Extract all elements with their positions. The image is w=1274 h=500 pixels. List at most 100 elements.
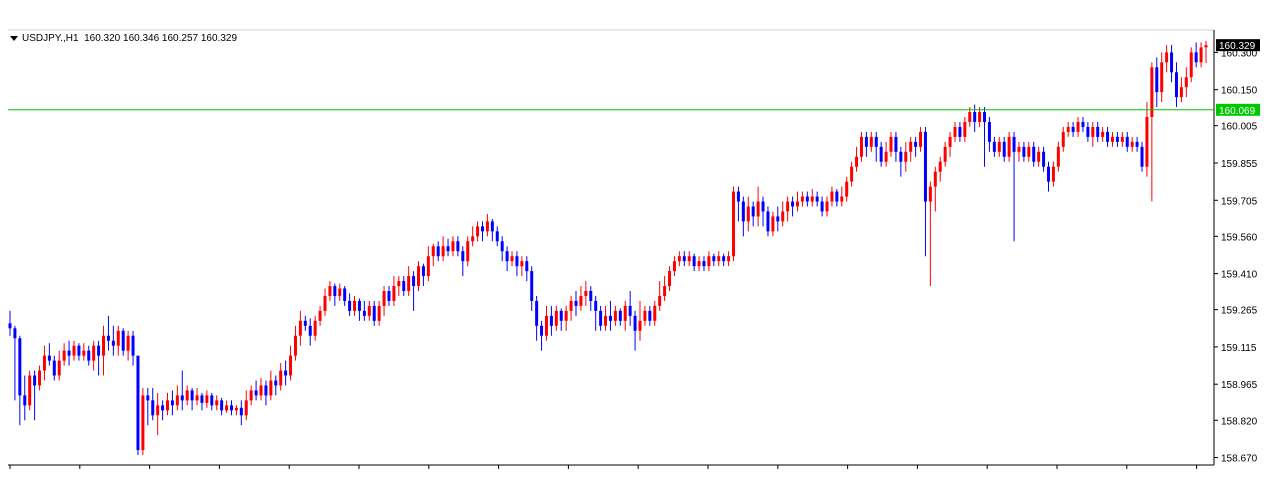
candle-body xyxy=(82,350,86,356)
candle-body xyxy=(613,310,617,321)
candle-body xyxy=(810,196,814,202)
candle-body xyxy=(38,370,42,386)
candle-body xyxy=(151,400,155,416)
candle-body xyxy=(840,196,844,202)
candle-body xyxy=(1086,126,1090,137)
candle-body xyxy=(1184,77,1188,88)
candle-body xyxy=(1170,52,1174,73)
candle-body xyxy=(1204,45,1208,48)
candle-body xyxy=(284,370,288,376)
candle-body xyxy=(1135,141,1139,147)
candle-body xyxy=(23,395,27,406)
candle-body xyxy=(421,266,425,277)
candle-body xyxy=(205,395,209,403)
candle-body xyxy=(190,390,194,401)
candle-body xyxy=(293,335,297,356)
candle-body xyxy=(451,241,455,252)
candle-body xyxy=(520,261,524,267)
candle-body xyxy=(8,323,12,329)
candle-body xyxy=(569,300,573,311)
candle-body xyxy=(106,335,110,341)
candle-body xyxy=(702,261,706,267)
candle-body xyxy=(97,345,101,356)
candle-body xyxy=(279,370,283,386)
candle-body xyxy=(1194,52,1198,63)
candle-body xyxy=(234,407,238,411)
candle-body xyxy=(1032,146,1036,162)
candle-body xyxy=(1101,131,1105,137)
candle-body xyxy=(869,136,873,147)
candle-body xyxy=(761,201,765,212)
candle-body xyxy=(584,291,588,296)
candle-body xyxy=(992,141,996,152)
candle-body xyxy=(574,300,578,306)
candle-body xyxy=(333,286,337,296)
candle-body xyxy=(1199,47,1203,63)
candle-body xyxy=(658,295,662,306)
candle-body xyxy=(579,295,583,306)
candle-body xyxy=(564,310,568,321)
candle-body xyxy=(298,320,302,336)
candle-body xyxy=(436,246,440,257)
candle-body xyxy=(141,395,145,451)
candle-body xyxy=(938,161,942,172)
candle-body xyxy=(441,246,445,257)
dropdown-triangle-icon[interactable] xyxy=(10,35,18,41)
candle-body xyxy=(987,121,991,142)
y-tick-label: 158.820 xyxy=(1221,416,1258,427)
candle-body xyxy=(77,345,81,356)
candle-body xyxy=(185,390,189,401)
candle-body xyxy=(692,256,696,267)
candle-body xyxy=(604,315,608,326)
candle-body xyxy=(530,271,534,301)
candle-body xyxy=(1042,151,1046,167)
candle-body xyxy=(633,315,637,331)
candle-body xyxy=(554,310,558,326)
candle-body xyxy=(1174,72,1178,98)
candle-body xyxy=(1037,151,1041,162)
y-tick-label: 159.560 xyxy=(1221,232,1258,243)
y-tick-label: 159.410 xyxy=(1221,270,1258,281)
candle-body xyxy=(239,407,243,416)
candle-body xyxy=(1056,146,1060,167)
candle-body xyxy=(274,380,278,386)
candlestick-chart[interactable]: 160.300160.150160.005159.855159.705159.5… xyxy=(0,0,1274,500)
candle-body xyxy=(884,151,888,162)
candle-body xyxy=(771,216,775,232)
candle-body xyxy=(392,286,396,301)
candle-body xyxy=(495,231,499,242)
candle-body xyxy=(126,335,130,351)
current-price-label: 160.329 xyxy=(1219,41,1256,52)
candle-body xyxy=(466,241,470,262)
candle-body xyxy=(756,201,760,217)
y-tick-label: 159.855 xyxy=(1221,159,1258,170)
candle-body xyxy=(1189,52,1193,78)
candle-body xyxy=(111,340,115,346)
candle-body xyxy=(608,315,612,321)
candle-body xyxy=(623,305,627,321)
candle-body xyxy=(648,310,652,321)
y-tick-label: 159.115 xyxy=(1221,343,1257,354)
candle-body xyxy=(1061,131,1065,147)
candle-body xyxy=(372,305,376,321)
candle-body xyxy=(663,286,667,296)
candle-body xyxy=(712,256,716,262)
candle-body xyxy=(776,216,780,222)
candle-body xyxy=(594,300,598,311)
candle-body xyxy=(1096,126,1100,137)
candle-body xyxy=(67,350,71,356)
candle-body xyxy=(948,136,952,147)
candle-body xyxy=(653,305,657,321)
candle-body xyxy=(795,201,799,207)
candle-body xyxy=(1145,117,1149,167)
candle-body xyxy=(13,328,17,339)
candle-body xyxy=(156,405,160,416)
candle-body xyxy=(668,271,672,287)
candle-body xyxy=(943,146,947,162)
chart-window: 160.300 160.150 160.005 159.855 159.705 159.5… xyxy=(0,0,1274,500)
candle-body xyxy=(407,276,411,291)
candle-body xyxy=(515,256,519,267)
candle-body xyxy=(899,151,903,162)
candle-body xyxy=(914,141,918,147)
candle-body xyxy=(791,201,795,207)
